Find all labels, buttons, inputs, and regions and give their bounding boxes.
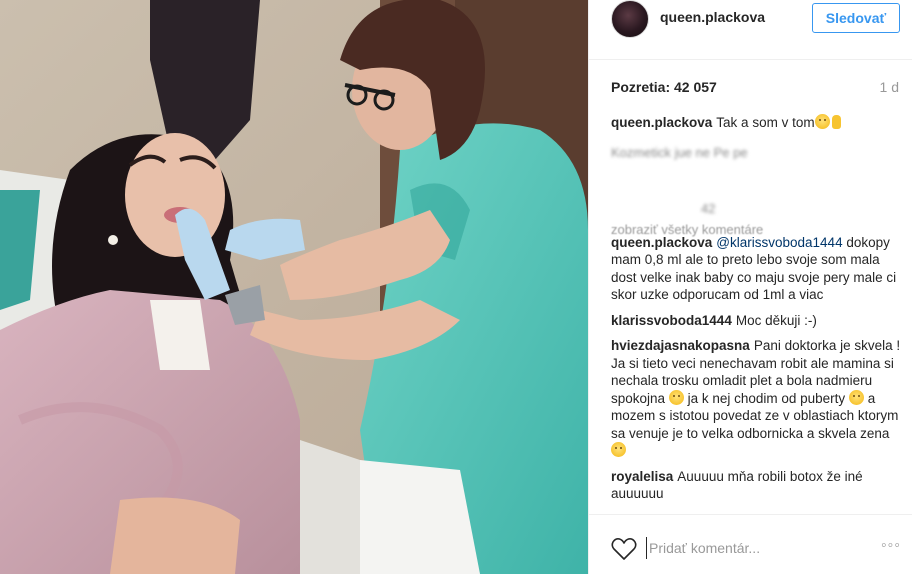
avatar[interactable] bbox=[611, 0, 649, 38]
smile-emoji-icon bbox=[611, 442, 626, 457]
comment-username[interactable]: klarissvoboda1444 bbox=[611, 313, 732, 328]
grin-emoji-icon bbox=[848, 389, 864, 405]
comment-username[interactable]: queen.plackova bbox=[611, 115, 712, 130]
load-more-comments[interactable]: zobraziť všetky komentáre bbox=[611, 221, 763, 239]
comment-username[interactable]: hviezdajasnakopasna bbox=[611, 338, 750, 353]
blurred-text: 42 bbox=[701, 200, 716, 216]
comment-list: queen.plackova Tak a som v tom Kozmetick … bbox=[611, 114, 903, 511]
post-side-panel: queen.plackova Sledovať Pozretia: 42 057… bbox=[588, 0, 912, 574]
post-photo[interactable] bbox=[0, 0, 588, 574]
laughing-emoji-icon bbox=[814, 114, 830, 129]
heart-icon[interactable] bbox=[611, 537, 637, 561]
photo-illustration bbox=[0, 0, 588, 574]
follow-button[interactable]: Sledovať bbox=[812, 3, 900, 33]
comment-text: Moc děkuji :-) bbox=[735, 312, 817, 328]
comment-item: hviezdajasnakopasna Pani doktorka je skve… bbox=[611, 337, 903, 460]
views-count: Pozretia: 42 057 bbox=[611, 79, 717, 95]
comment-item: royalelisa Auuuuu mňa robili botox že iné… bbox=[611, 468, 903, 503]
post-age[interactable]: 1 d bbox=[880, 79, 899, 95]
comment-text: Tak a som v tom bbox=[716, 115, 815, 130]
comment-text: ja k nej chodim od puberty bbox=[687, 390, 846, 406]
comment-username[interactable]: royalelisa bbox=[611, 469, 673, 484]
post-header: queen.plackova Sledovať bbox=[589, 0, 912, 60]
caption: queen.plackova Tak a som v tom bbox=[611, 114, 903, 132]
post-footer: ◦◦◦ bbox=[589, 514, 912, 574]
pointing-hand-emoji-icon bbox=[831, 115, 841, 129]
blurred-text: Kozmetick jue ne Pe pe bbox=[611, 144, 748, 160]
comment-item: klarissvoboda1444 Moc děkuji :-) bbox=[611, 312, 903, 330]
comment-item: queen.plackova @klarissvoboda1444 dokopy … bbox=[611, 234, 903, 304]
blurred-region: Kozmetick jue ne Pe pe 42 zobraziť všetk… bbox=[611, 140, 903, 237]
comment-input[interactable] bbox=[646, 537, 856, 559]
smile-emoji-icon bbox=[668, 389, 684, 405]
more-options-icon[interactable]: ◦◦◦ bbox=[881, 538, 901, 554]
author-username[interactable]: queen.plackova bbox=[660, 9, 765, 25]
